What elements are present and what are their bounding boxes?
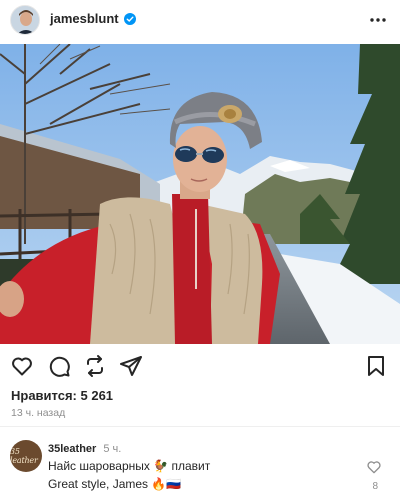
likes-count[interactable]: Нравится: 5 261: [11, 388, 113, 403]
comment-text-line-1: Найс шароварных 🐓 плавит: [48, 459, 211, 473]
username-group: jamesblunt: [50, 11, 136, 26]
commenter-avatar[interactable]: 35 leather: [10, 440, 42, 472]
bookmark-icon[interactable]: [364, 354, 388, 378]
heart-icon[interactable]: [10, 354, 34, 378]
post-username[interactable]: jamesblunt: [50, 11, 119, 26]
post-photo-illustration: [0, 44, 400, 344]
more-options-icon[interactable]: [368, 12, 388, 28]
send-icon[interactable]: [119, 354, 143, 378]
comment-header: 35leather 5 ч.: [48, 443, 121, 455]
verified-badge-icon: [123, 12, 136, 25]
repost-icon[interactable]: [83, 354, 107, 378]
post-header: jamesblunt: [0, 0, 400, 42]
post-timestamp: 13 ч. назад: [11, 407, 66, 419]
comment-text-line-2: Great style, James 🔥🇷🇺: [48, 477, 182, 491]
divider: [0, 426, 400, 427]
comment-like-count: 8: [372, 481, 378, 492]
comment-username[interactable]: 35leather: [48, 443, 96, 455]
comment-like-heart-icon[interactable]: [366, 459, 382, 475]
comment-timestamp: 5 ч.: [103, 443, 122, 455]
commenter-avatar-logo: 35 leather: [10, 447, 38, 465]
comment-icon[interactable]: [47, 354, 71, 378]
post-actions: [0, 352, 400, 380]
post-photo[interactable]: [0, 44, 400, 344]
user-avatar[interactable]: [10, 5, 40, 35]
